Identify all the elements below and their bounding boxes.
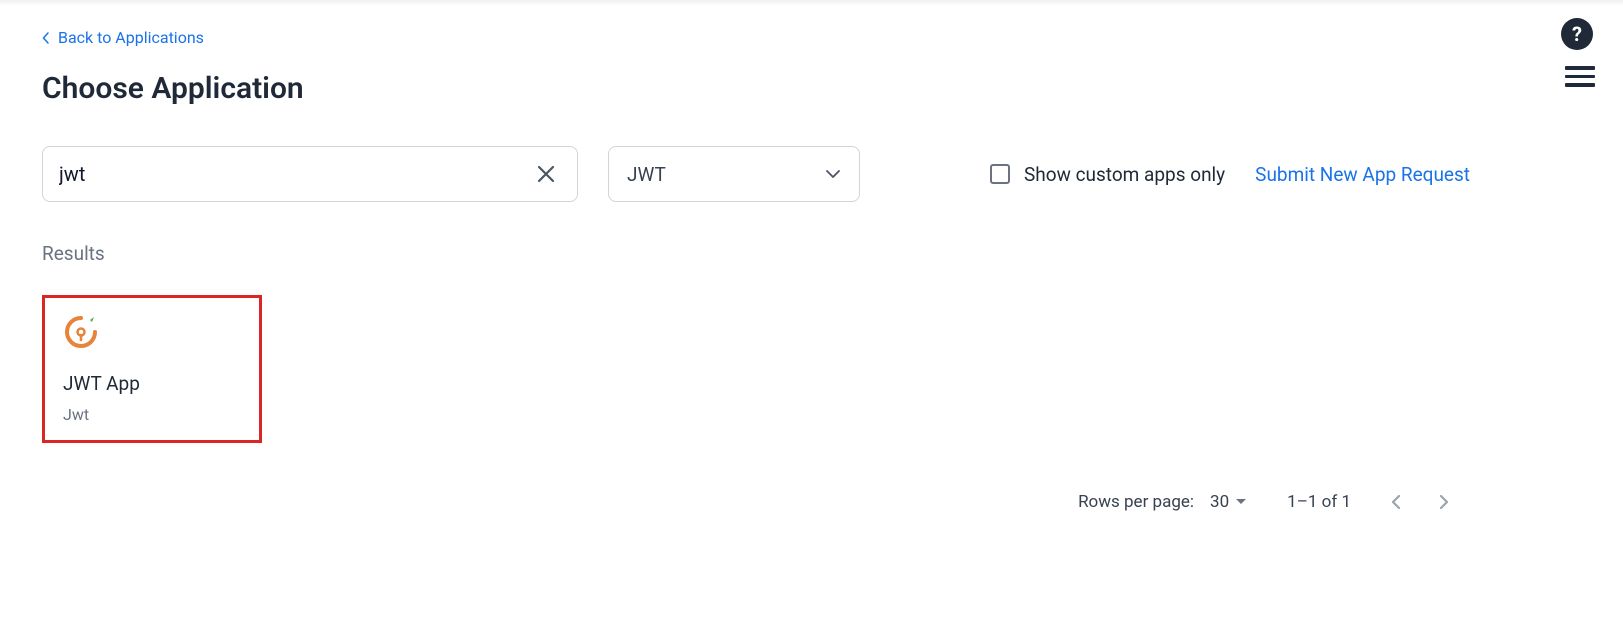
app-card-subtitle: Jwt (63, 405, 241, 424)
chevron-left-icon (42, 32, 50, 44)
help-button[interactable]: ? (1561, 18, 1593, 50)
rows-per-page-value: 30 (1210, 492, 1229, 512)
rows-per-page-select[interactable]: 30 (1210, 492, 1247, 512)
page-nav (1387, 490, 1453, 514)
show-custom-apps-checkbox[interactable]: Show custom apps only (990, 163, 1225, 186)
pagination: Rows per page: 30 1–1 of 1 (1078, 490, 1453, 514)
page-title: Choose Application (42, 71, 1581, 106)
back-link-label: Back to Applications (58, 28, 204, 47)
submit-new-app-request-link[interactable]: Submit New App Request (1255, 163, 1470, 186)
results-heading: Results (42, 242, 1581, 265)
close-icon (535, 163, 557, 185)
rows-per-page-label: Rows per page: (1078, 492, 1194, 512)
dropdown-arrow-icon (1235, 499, 1247, 505)
search-box (42, 146, 578, 202)
clear-search-button[interactable] (531, 159, 561, 189)
help-icon: ? (1572, 22, 1582, 46)
top-shadow (0, 0, 1623, 6)
chevron-down-icon (825, 169, 841, 179)
app-logo-icon (63, 314, 241, 354)
chevron-right-icon (1439, 494, 1449, 510)
checkbox-label: Show custom apps only (1024, 163, 1225, 186)
page-range: 1–1 of 1 (1287, 492, 1351, 512)
chevron-left-icon (1391, 494, 1401, 510)
app-card-title: JWT App (63, 372, 241, 395)
back-to-applications-link[interactable]: Back to Applications (42, 28, 204, 47)
checkbox-icon (990, 164, 1010, 184)
dropdown-selected-label: JWT (627, 163, 666, 186)
app-result-card[interactable]: JWT App Jwt (42, 295, 262, 443)
hamburger-menu-button[interactable] (1565, 66, 1595, 87)
controls-row: JWT Show custom apps only Submit New App… (42, 146, 1581, 202)
prev-page-button[interactable] (1387, 490, 1405, 514)
search-input[interactable] (59, 162, 531, 186)
next-page-button[interactable] (1435, 490, 1453, 514)
filter-dropdown[interactable]: JWT (608, 146, 860, 202)
